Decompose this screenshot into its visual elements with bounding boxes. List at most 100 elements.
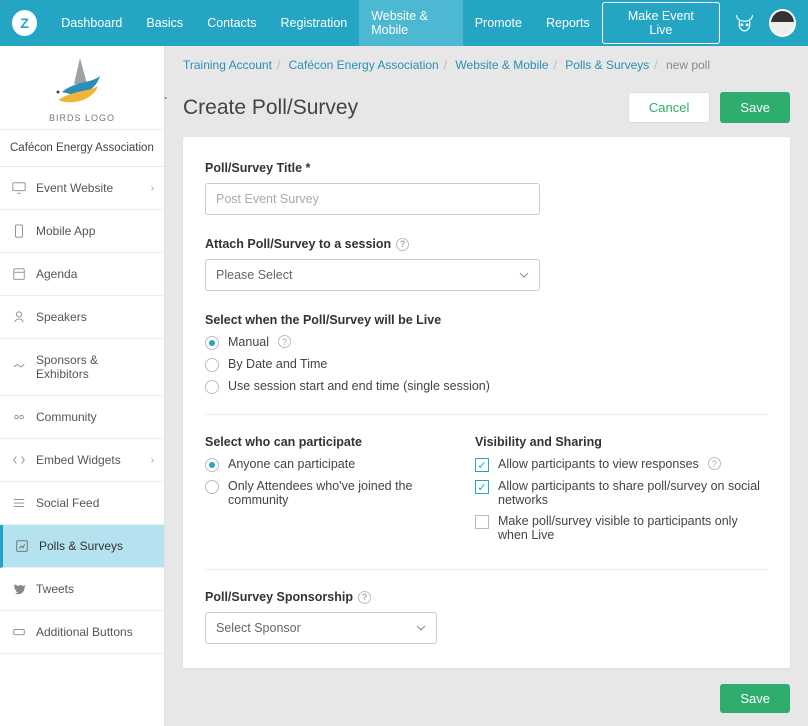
sponsorship-label: Poll/Survey Sponsorship? <box>205 590 768 604</box>
save-button[interactable]: Save <box>720 92 790 123</box>
radio-label: Only Attendees who've joined the communi… <box>228 479 435 507</box>
button-icon <box>12 625 26 639</box>
sidebar-item-mobile-app[interactable]: Mobile App <box>0 210 164 253</box>
radio-live-bydate[interactable] <box>205 358 219 372</box>
sidebar-item-polls-surveys[interactable]: Polls & Surveys <box>0 525 164 568</box>
speaker-icon <box>12 310 26 324</box>
check-label: Allow participants to share poll/survey … <box>498 479 768 507</box>
user-avatar[interactable] <box>769 9 796 37</box>
select-value: Select Sponsor <box>216 621 301 635</box>
crumb-link[interactable]: Training Account <box>183 58 272 72</box>
field-live-timing: Select when the Poll/Survey will be Live… <box>205 313 768 394</box>
sidebar-item-speakers[interactable]: Speakers <box>0 296 164 339</box>
sidebar-label: Tweets <box>36 582 74 596</box>
checkbox-visible-live[interactable] <box>475 515 489 529</box>
crumb-link[interactable]: Website & Mobile <box>455 58 548 72</box>
org-logo-area: BIRDS LOGO <box>0 46 164 129</box>
top-nav: Dashboard Basics Contacts Registration W… <box>49 0 602 46</box>
title-input[interactable] <box>205 183 540 215</box>
nav-registration[interactable]: Registration <box>269 0 360 46</box>
save-button-footer[interactable]: Save <box>720 684 790 713</box>
brand-logo[interactable]: Z <box>12 10 37 36</box>
form-panel: Poll/Survey Title * Attach Poll/Survey t… <box>183 137 790 668</box>
checkbox-view-responses[interactable]: ✓ <box>475 458 489 472</box>
sidebar: BIRDS LOGO Cafécon Energy Association Ev… <box>0 46 165 726</box>
nav-reports[interactable]: Reports <box>534 0 602 46</box>
sidebar-label: Agenda <box>36 267 77 281</box>
sidebar-label: Polls & Surveys <box>39 539 123 553</box>
sidebar-item-community[interactable]: Community <box>0 396 164 439</box>
mobile-icon <box>12 224 26 238</box>
live-label: Select when the Poll/Survey will be Live <box>205 313 768 327</box>
divider <box>205 569 768 570</box>
sidebar-item-sponsors[interactable]: Sponsors & Exhibitors <box>0 339 164 396</box>
attach-label: Attach Poll/Survey to a session? <box>205 237 768 251</box>
sidebar-label: Event Website <box>36 181 113 195</box>
checkbox-share-social[interactable]: ✓ <box>475 480 489 494</box>
feed-icon <box>12 496 26 510</box>
chevron-down-icon <box>519 272 529 278</box>
crumb-current: new poll <box>666 58 710 72</box>
radio-live-manual[interactable] <box>205 336 219 350</box>
sidebar-item-tweets[interactable]: Tweets <box>0 568 164 611</box>
logo-text: BIRDS LOGO <box>0 113 164 123</box>
sidebar-item-agenda[interactable]: Agenda <box>0 253 164 296</box>
sidebar-label: Community <box>36 410 97 424</box>
radio-label: Anyone can participate <box>228 457 355 471</box>
nav-dashboard[interactable]: Dashboard <box>49 0 134 46</box>
sidebar-item-event-website[interactable]: Event Website › <box>0 167 164 210</box>
handshake-icon <box>12 360 26 374</box>
sidebar-label: Social Feed <box>36 496 99 510</box>
sidebar-label: Embed Widgets <box>36 453 121 467</box>
help-icon[interactable]: ? <box>278 335 291 348</box>
sidebar-item-social-feed[interactable]: Social Feed <box>0 482 164 525</box>
crumb-link[interactable]: Cafécon Energy Association <box>289 58 439 72</box>
help-icon[interactable]: ? <box>396 238 409 251</box>
sidebar-label: Speakers <box>36 310 87 324</box>
breadcrumb: Training Account/ Cafécon Energy Associa… <box>165 46 808 84</box>
code-icon <box>12 453 26 467</box>
chevron-right-icon: › <box>151 183 154 194</box>
crumb-link[interactable]: Polls & Surveys <box>565 58 649 72</box>
select-value: Please Select <box>216 268 292 282</box>
nav-contacts[interactable]: Contacts <box>195 0 268 46</box>
nav-promote[interactable]: Promote <box>463 0 534 46</box>
agenda-icon <box>12 267 26 281</box>
nav-basics[interactable]: Basics <box>134 0 195 46</box>
sidebar-item-embed-widgets[interactable]: Embed Widgets › <box>0 439 164 482</box>
community-icon <box>12 410 26 424</box>
sidebar-label: Sponsors & Exhibitors <box>36 353 152 381</box>
annotation-arrow-icon <box>165 86 169 110</box>
radio-participate-attendees[interactable] <box>205 480 219 494</box>
attach-session-select[interactable]: Please Select <box>205 259 540 291</box>
radio-label: Use session start and end time (single s… <box>228 379 490 393</box>
nav-website-mobile[interactable]: Website & Mobile <box>359 0 462 46</box>
sidebar-label: Additional Buttons <box>36 625 133 639</box>
radio-label: By Date and Time <box>228 357 327 371</box>
radio-live-session[interactable] <box>205 380 219 394</box>
twitter-icon <box>12 582 26 596</box>
poll-icon <box>15 539 29 553</box>
make-event-live-button[interactable]: Make Event Live <box>602 2 720 44</box>
help-icon[interactable]: ? <box>358 591 371 604</box>
content-area: Training Account/ Cafécon Energy Associa… <box>165 46 808 726</box>
participate-label: Select who can participate <box>205 435 435 449</box>
owl-icon[interactable] <box>734 13 755 33</box>
field-attach-session: Attach Poll/Survey to a session? Please … <box>205 237 768 291</box>
check-label: Allow participants to view responses <box>498 457 699 471</box>
field-visibility: Visibility and Sharing ✓ Allow participan… <box>475 435 768 549</box>
top-bar: Z Dashboard Basics Contacts Registration… <box>0 0 808 46</box>
divider <box>205 414 768 415</box>
chevron-right-icon: › <box>151 455 154 466</box>
sponsorship-select[interactable]: Select Sponsor <box>205 612 437 644</box>
sidebar-item-additional-buttons[interactable]: Additional Buttons <box>0 611 164 654</box>
radio-participate-anyone[interactable] <box>205 458 219 472</box>
field-sponsorship: Poll/Survey Sponsorship? Select Sponsor <box>205 590 768 644</box>
field-participate: Select who can participate Anyone can pa… <box>205 435 435 549</box>
cancel-button[interactable]: Cancel <box>628 92 710 123</box>
field-title: Poll/Survey Title * <box>205 161 768 215</box>
page-title: Create Poll/Survey <box>183 96 358 120</box>
visibility-label: Visibility and Sharing <box>475 435 768 449</box>
help-icon[interactable]: ? <box>708 457 721 470</box>
monitor-icon <box>12 181 26 195</box>
